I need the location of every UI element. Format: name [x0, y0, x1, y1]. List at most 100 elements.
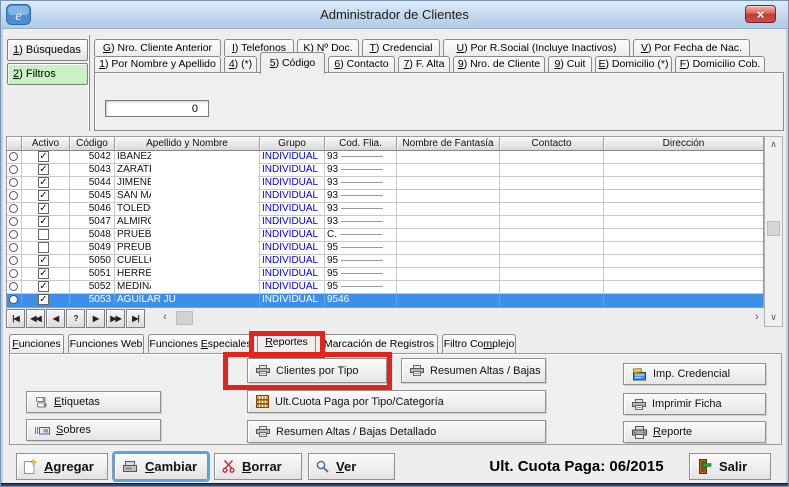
nav-first-button[interactable]: |◀: [6, 309, 25, 328]
row-radio[interactable]: [9, 204, 18, 213]
agregar-button[interactable]: Agregar: [16, 453, 108, 480]
abacus-icon: [256, 395, 269, 408]
nav-fast-next-button[interactable]: ▶▶: [106, 309, 125, 328]
borrar-button[interactable]: Borrar: [214, 453, 302, 480]
table-row-5049[interactable]: 5049PREUBAINDIVIDUAL95: [7, 242, 763, 255]
activo-checkbox[interactable]: ✓: [38, 268, 49, 279]
tab-v-por-fecha-de-nac[interactable]: V) Por Fecha de Nac.: [633, 39, 750, 56]
scroll-right-icon[interactable]: ›: [749, 311, 765, 325]
resumen-altas-bajas-button[interactable]: Resumen Altas / Bajas: [401, 358, 546, 383]
table-row-5046[interactable]: ✓5046TOLEDO M.INDIVIDUAL93: [7, 203, 763, 216]
row-radio[interactable]: [9, 191, 18, 200]
clientes-por-tipo-button[interactable]: Clientes por Tipo: [247, 358, 387, 383]
nav-search-button[interactable]: ?: [66, 309, 85, 328]
table-row-5051[interactable]: ✓5051HERRERAINDIVIDUAL95: [7, 268, 763, 281]
column-header-select[interactable]: [7, 137, 22, 150]
column-header-apellido-y-nombre[interactable]: Apellido y Nombre: [115, 137, 260, 150]
column-header-direccion[interactable]: Dirección: [604, 137, 763, 150]
tab-f-domicilio-cob[interactable]: F) Domicilio Cob.: [675, 56, 765, 72]
column-header-cod-flia[interactable]: Cod. Flia.: [325, 137, 397, 150]
imp-credencial-button[interactable]: Imp. Credencial: [623, 363, 766, 385]
row-radio[interactable]: [9, 152, 18, 161]
row-radio[interactable]: [9, 178, 18, 187]
etiquetas-button[interactable]: Etiquetas: [26, 391, 161, 413]
tab-funciones-especiales[interactable]: Funciones Especiales: [148, 334, 253, 353]
resumen-altas-bajas-detallado-button[interactable]: Resumen Altas / Bajas Detallado: [247, 420, 546, 443]
table-row-5042[interactable]: ✓5042IBAÑEZ ANINDIVIDUAL93: [7, 151, 763, 164]
tab-marcacion-de-registros[interactable]: Marcación de Registros: [320, 334, 438, 353]
tab-9-cuit[interactable]: 9) Cuit: [548, 56, 592, 72]
activo-checkbox[interactable]: ✓: [38, 216, 49, 227]
close-button[interactable]: ×: [745, 5, 776, 23]
activo-checkbox[interactable]: ✓: [38, 255, 49, 266]
tab-1-por-nombre-y-apellido[interactable]: 1) Por Nombre y Apellido: [94, 56, 221, 72]
tab-6-contacto[interactable]: 6) Contacto: [328, 56, 395, 72]
sidebar-tab-1-busquedas[interactable]: 1) Búsquedas: [7, 39, 88, 61]
nav-prev-button[interactable]: ◀: [46, 309, 65, 328]
column-header-contacto[interactable]: Contacto: [500, 137, 604, 150]
table-row-5052[interactable]: ✓5052MEDINA MAINDIVIDUAL95: [7, 281, 763, 294]
nav-last-button[interactable]: ▶|: [126, 309, 145, 328]
column-header-grupo[interactable]: Grupo: [260, 137, 325, 150]
tab-9-nro-de-cliente[interactable]: 9) Nro. de Cliente: [453, 56, 545, 72]
row-radio[interactable]: [9, 243, 18, 252]
ver-button[interactable]: Ver: [308, 453, 395, 480]
activo-checkbox[interactable]: [38, 242, 49, 253]
reporte-button[interactable]: Reporte: [623, 421, 766, 443]
scroll-down-icon[interactable]: ∨: [766, 311, 781, 325]
vertical-scrollbar[interactable]: ∧ ∨: [764, 136, 783, 327]
table-row-5048[interactable]: 5048PRUEBA CAINDIVIDUALC.: [7, 229, 763, 242]
vertical-scroll-thumb[interactable]: [767, 221, 780, 236]
cell-cod-flia: 93: [325, 151, 397, 163]
row-radio[interactable]: [9, 217, 18, 226]
nav-next-button[interactable]: ▶: [86, 309, 105, 328]
scroll-up-icon[interactable]: ∧: [766, 138, 781, 152]
activo-checkbox[interactable]: ✓: [38, 294, 49, 305]
cell-nombre-fantasia: [397, 203, 500, 215]
column-header-codigo[interactable]: Código: [70, 137, 115, 150]
ult-cuota-paga-por-tipo-categoria-button[interactable]: Ult.Cuota Paga por Tipo/Categoría: [247, 390, 546, 413]
imprimir-ficha-button[interactable]: Imprimir Ficha: [623, 393, 766, 415]
tab-7-f-alta[interactable]: 7) F. Alta: [398, 56, 450, 72]
activo-checkbox[interactable]: ✓: [38, 177, 49, 188]
table-row-5050[interactable]: ✓5050CUELLO ENINDIVIDUAL95: [7, 255, 763, 268]
horizontal-scrollbar[interactable]: ‹ ›: [145, 309, 764, 327]
row-radio[interactable]: [9, 282, 18, 291]
row-radio[interactable]: [9, 295, 18, 304]
table-row-5044[interactable]: ✓5044JIMENEZ MINDIVIDUAL93: [7, 177, 763, 190]
tab-4[interactable]: 4) (*): [224, 56, 257, 72]
tab-funciones[interactable]: Funciones: [9, 334, 64, 353]
activo-checkbox[interactable]: [38, 229, 49, 240]
tab-u-por-r-social-incluye-inactivos[interactable]: U) Por R.Social (Incluye Inactivos): [443, 39, 630, 56]
horizontal-scroll-thumb[interactable]: [176, 311, 193, 325]
table-row-5045[interactable]: ✓5045SAN MARTINDIVIDUAL93: [7, 190, 763, 203]
nav-fast-prev-button[interactable]: ◀◀: [26, 309, 45, 328]
activo-checkbox[interactable]: ✓: [38, 164, 49, 175]
sidebar-tab-2-filtros[interactable]: 2) Filtros: [7, 63, 88, 85]
table-row-5043[interactable]: ✓5043ZARATE AMINDIVIDUAL93: [7, 164, 763, 177]
tab-t-credencial[interactable]: T) Credencial: [362, 39, 440, 56]
tab-funciones-web[interactable]: Funciones Web: [68, 334, 144, 353]
table-row-5047[interactable]: ✓5047ALMIRON CINDIVIDUAL93: [7, 216, 763, 229]
activo-checkbox[interactable]: ✓: [38, 203, 49, 214]
activo-checkbox[interactable]: ✓: [38, 281, 49, 292]
codigo-filter-input[interactable]: [105, 100, 209, 117]
column-header-nombre-de-fantasia[interactable]: Nombre de Fantasía: [397, 137, 500, 150]
cambiar-button[interactable]: Cambiar: [114, 453, 208, 480]
tab-reportes[interactable]: Reportes: [257, 331, 316, 354]
row-radio[interactable]: [9, 165, 18, 174]
scroll-left-icon[interactable]: ‹: [157, 311, 173, 325]
tab-filtro-complejo[interactable]: Filtro Complejo: [442, 334, 516, 353]
tab-5-codigo[interactable]: 5) Código: [260, 52, 325, 74]
row-radio[interactable]: [9, 269, 18, 278]
tab-e-domicilio[interactable]: E) Domicilio (*): [595, 56, 672, 72]
salir-button[interactable]: Salir: [689, 453, 771, 480]
activo-checkbox[interactable]: ✓: [38, 190, 49, 201]
activo-checkbox[interactable]: ✓: [38, 151, 49, 162]
row-radio[interactable]: [9, 256, 18, 265]
tab-g-nro-cliente-anterior[interactable]: G) Nro. Cliente Anterior: [94, 39, 221, 56]
column-header-activo[interactable]: Activo: [22, 137, 70, 150]
row-radio[interactable]: [9, 230, 18, 239]
sobres-button[interactable]: Sobres: [26, 419, 161, 441]
table-row-5053[interactable]: ✓5053AGUILAR JUINDIVIDUAL9546: [7, 294, 763, 307]
